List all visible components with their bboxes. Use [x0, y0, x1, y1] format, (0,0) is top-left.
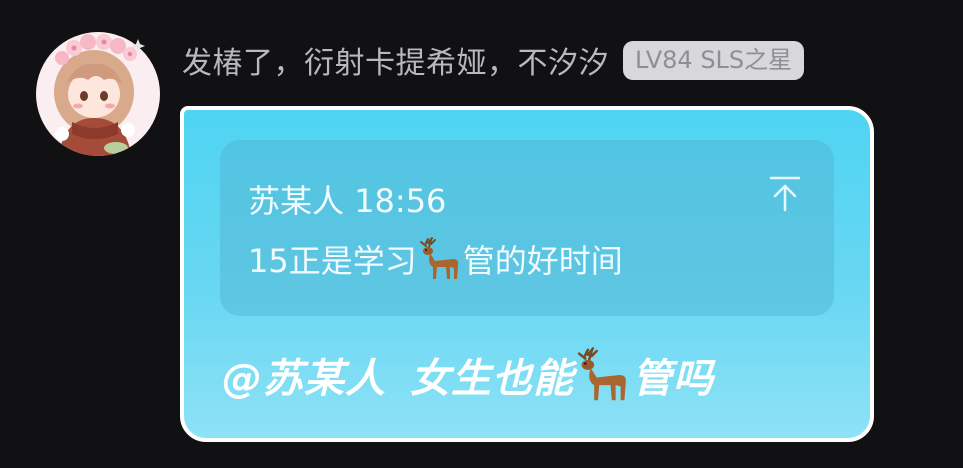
quoted-message[interactable]: 苏某人 18:56 15正是学习 管的好时间	[220, 140, 834, 316]
sender-name[interactable]: 发椿了，衍射卡提希娅，不汐汐	[182, 38, 609, 82]
quote-author: 苏某人	[248, 182, 345, 220]
deer-emoji-icon	[419, 237, 458, 279]
anime-girl-avatar-icon	[36, 32, 160, 156]
arrow-up-to-line-icon[interactable]	[768, 174, 802, 212]
sender-row: 发椿了，衍射卡提希娅，不汐汐 LV84 SLS之星	[182, 38, 805, 82]
quote-text-part-1: 15正是学习	[248, 242, 417, 280]
quote-text: 15正是学习 管的好时间	[248, 236, 623, 282]
quote-header: 苏某人 18:56	[248, 176, 446, 222]
quote-time: 18:56	[354, 182, 447, 220]
chat-screen: 发椿了，衍射卡提希娅，不汐汐 LV84 SLS之星 苏某人 18:56 15正是…	[0, 0, 963, 468]
level-badge: LV84 SLS之星	[623, 40, 805, 80]
message-bubble[interactable]: 苏某人 18:56 15正是学习 管的好时间 @苏某人 女生也能 管吗	[180, 106, 874, 442]
quote-text-part-2: 管的好时间	[462, 242, 623, 280]
reply-text-part-2: 管吗	[632, 356, 714, 402]
deer-emoji-icon	[577, 347, 626, 401]
reply-text: @苏某人 女生也能 管吗	[222, 346, 714, 404]
reply-mention[interactable]: @苏某人	[222, 346, 386, 404]
reply-text-part-1: 女生也能	[410, 356, 574, 402]
avatar[interactable]	[32, 22, 164, 162]
